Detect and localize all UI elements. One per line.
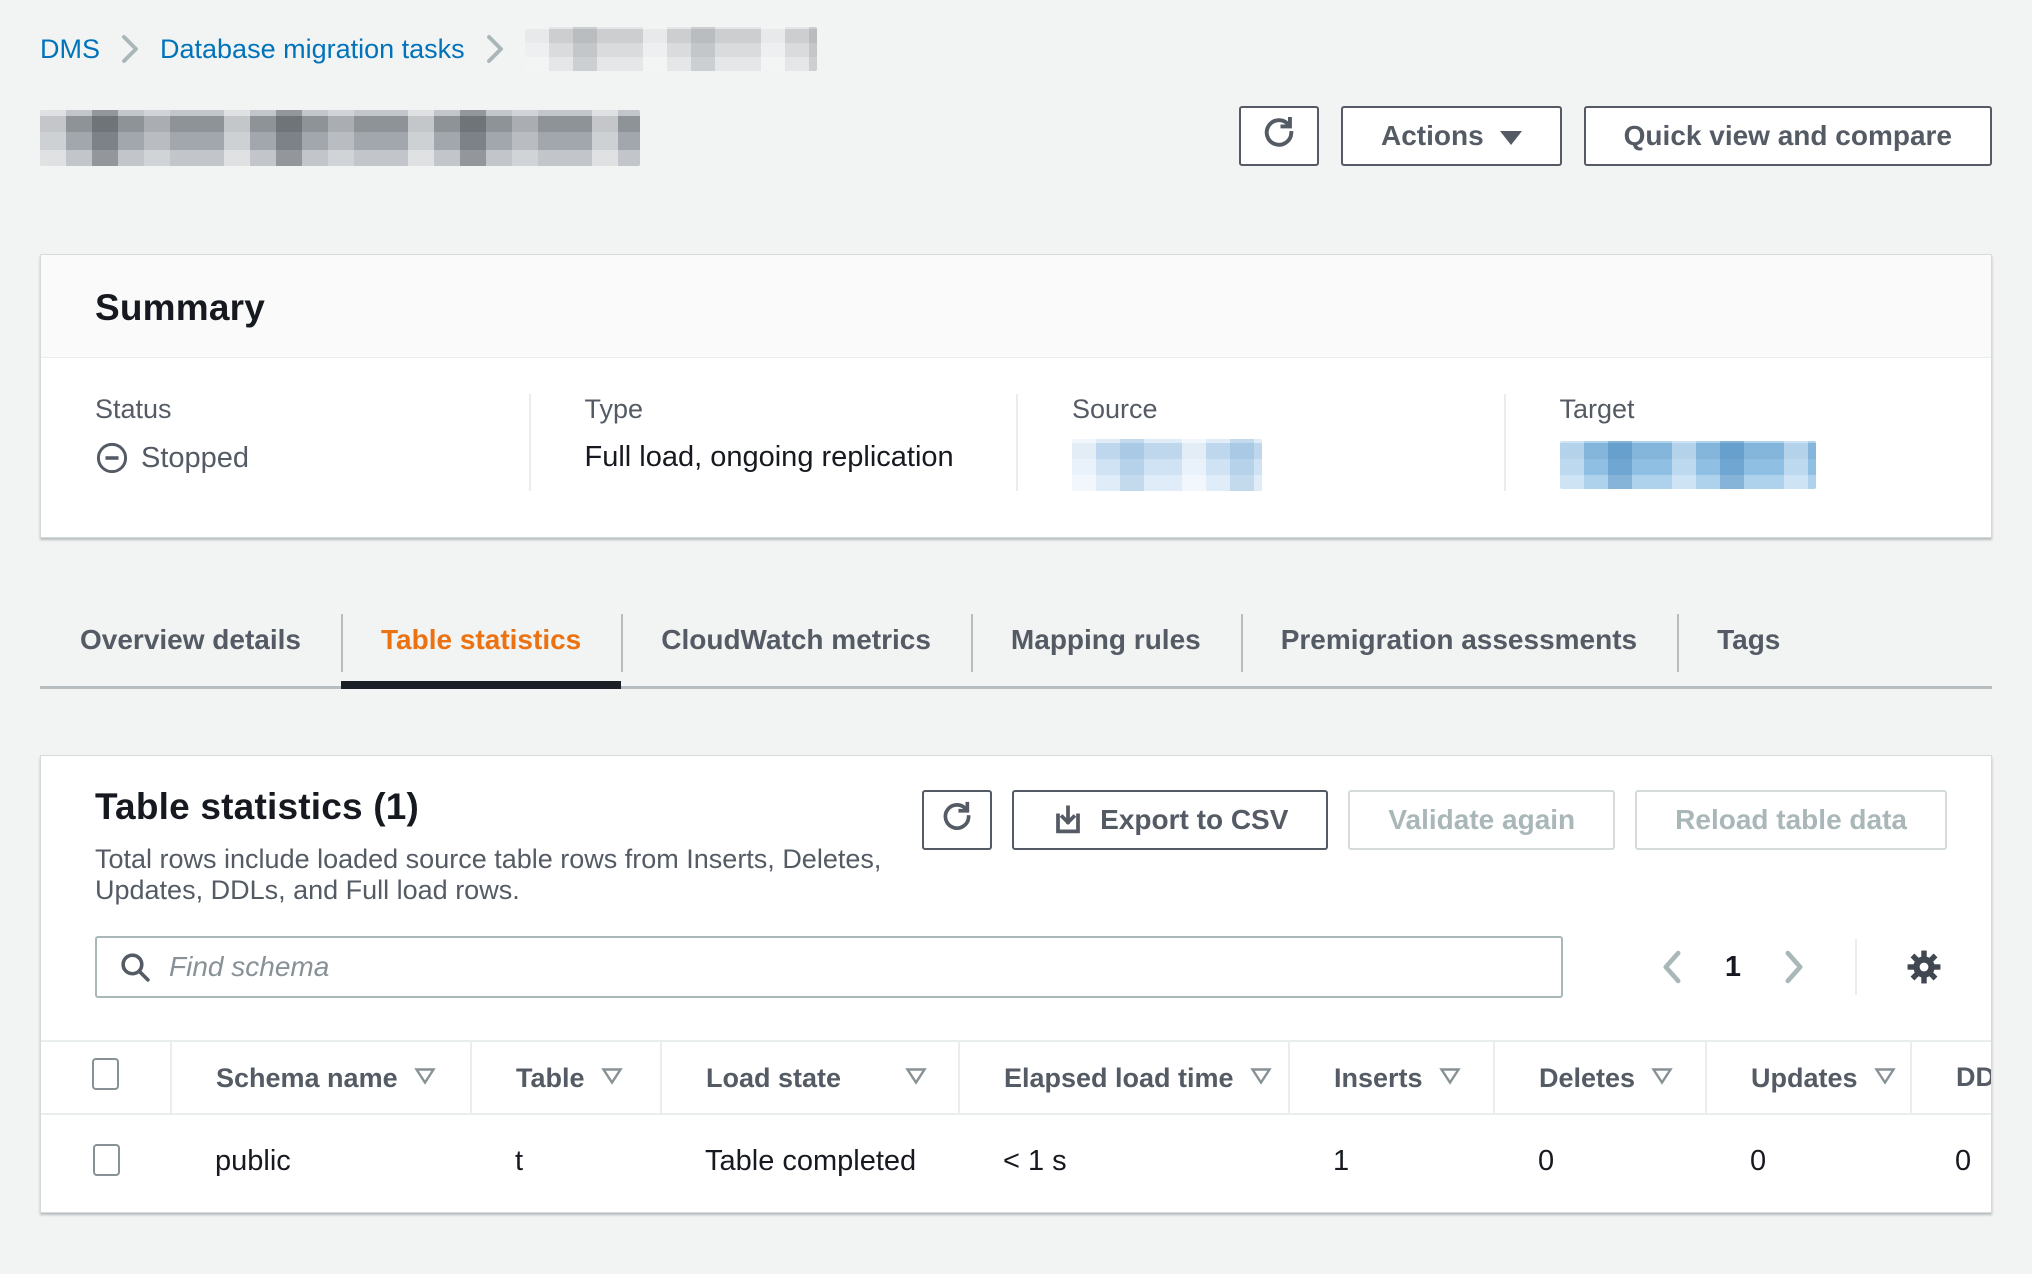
tab-table-statistics[interactable]: Table statistics bbox=[341, 608, 621, 686]
toolbar-divider bbox=[1855, 939, 1857, 995]
cell-elapsed-load-time: < 1 s bbox=[959, 1114, 1289, 1212]
target-label: Target bbox=[1560, 394, 1952, 425]
status-value: Stopped bbox=[141, 442, 249, 475]
cell-deletes: 0 bbox=[1494, 1114, 1706, 1212]
sort-icon bbox=[414, 1061, 436, 1092]
tab-mapping-rules[interactable]: Mapping rules bbox=[971, 608, 1241, 686]
pagination: 1 bbox=[1655, 939, 1947, 995]
table-statistics-header: Table statistics (1) Total rows include … bbox=[41, 756, 1991, 906]
sort-icon bbox=[1439, 1061, 1461, 1092]
sort-icon bbox=[1250, 1061, 1272, 1092]
dms-task-page: DMS Database migration tasks Actions bbox=[0, 0, 2032, 1274]
table-statistics-table: Schema name Table Load state Elapsed loa… bbox=[41, 1040, 1991, 1212]
tab-tags[interactable]: Tags bbox=[1677, 608, 1820, 686]
refresh-icon bbox=[940, 800, 974, 841]
table-header-row: Schema name Table Load state Elapsed loa… bbox=[41, 1041, 1992, 1114]
summary-fields: Status Stopped Type Full load, ongoing r… bbox=[41, 358, 1991, 537]
summary-field-status: Status Stopped bbox=[41, 394, 529, 491]
sort-icon bbox=[1874, 1061, 1896, 1092]
previous-page-button[interactable] bbox=[1655, 946, 1689, 988]
task-tabs: Overview details Table statistics CloudW… bbox=[40, 608, 1992, 689]
type-value: Full load, ongoing replication bbox=[585, 441, 954, 474]
cell-updates: 0 bbox=[1706, 1114, 1911, 1212]
column-header-schema-name[interactable]: Schema name bbox=[171, 1041, 471, 1114]
table-statistics-title: Table statistics (1) bbox=[95, 786, 922, 828]
cell-load-state: Table completed bbox=[661, 1114, 959, 1212]
cell-schema-name: public bbox=[171, 1114, 471, 1212]
breadcrumb-current-redacted bbox=[525, 27, 817, 71]
gear-icon bbox=[1903, 946, 1945, 988]
reload-table-data-button[interactable]: Reload table data bbox=[1635, 790, 1947, 850]
table-statistics-description: Total rows include loaded source table r… bbox=[95, 844, 922, 906]
table-refresh-button[interactable] bbox=[922, 790, 992, 850]
column-header-elapsed-load-time[interactable]: Elapsed load time bbox=[959, 1041, 1289, 1114]
column-header-table[interactable]: Table bbox=[471, 1041, 661, 1114]
column-header-ddls[interactable]: DDLs bbox=[1911, 1041, 1992, 1114]
page-header: Actions Quick view and compare bbox=[40, 106, 1992, 170]
column-header-load-state[interactable]: Load state bbox=[661, 1041, 959, 1114]
cell-table: t bbox=[471, 1114, 661, 1212]
chevron-right-icon bbox=[485, 34, 505, 64]
search-icon bbox=[117, 949, 153, 985]
breadcrumb: DMS Database migration tasks bbox=[40, 26, 1992, 72]
find-schema-input[interactable] bbox=[169, 951, 1541, 983]
target-value-redacted[interactable] bbox=[1560, 441, 1816, 489]
summary-field-source: Source bbox=[1016, 394, 1504, 491]
actions-button-label: Actions bbox=[1381, 120, 1484, 152]
sort-icon bbox=[601, 1061, 623, 1092]
schema-search bbox=[95, 936, 1563, 998]
table-row: public t Table completed < 1 s 1 0 0 0 bbox=[41, 1114, 1992, 1212]
summary-card-header: Summary bbox=[41, 255, 1991, 358]
sort-icon bbox=[905, 1061, 927, 1092]
page-title-redacted bbox=[40, 110, 640, 166]
export-csv-label: Export to CSV bbox=[1100, 804, 1288, 836]
cell-inserts: 1 bbox=[1289, 1114, 1494, 1212]
breadcrumb-link-dms[interactable]: DMS bbox=[40, 34, 100, 65]
export-csv-button[interactable]: Export to CSV bbox=[1012, 790, 1328, 850]
tab-cloudwatch-metrics[interactable]: CloudWatch metrics bbox=[621, 608, 971, 686]
column-header-updates[interactable]: Updates bbox=[1706, 1041, 1911, 1114]
next-page-button[interactable] bbox=[1777, 946, 1811, 988]
summary-card: Summary Status Stopped Type bbox=[40, 254, 1992, 538]
chevron-right-icon bbox=[120, 34, 140, 64]
table-statistics-card: Table statistics (1) Total rows include … bbox=[40, 755, 1992, 1213]
sort-icon bbox=[1651, 1061, 1673, 1092]
header-actions: Actions Quick view and compare bbox=[1239, 106, 1992, 166]
current-page-number: 1 bbox=[1725, 951, 1741, 984]
table-toolbar: 1 bbox=[41, 936, 1991, 998]
stopped-icon bbox=[95, 441, 129, 475]
caret-down-icon bbox=[1500, 131, 1522, 145]
refresh-icon bbox=[1261, 115, 1297, 158]
select-all-checkbox[interactable] bbox=[92, 1058, 119, 1090]
cell-ddls: 0 bbox=[1911, 1114, 1992, 1212]
summary-field-target: Target bbox=[1504, 394, 1992, 491]
quick-view-compare-button[interactable]: Quick view and compare bbox=[1584, 106, 1992, 166]
download-icon bbox=[1052, 804, 1084, 836]
column-header-inserts[interactable]: Inserts bbox=[1289, 1041, 1494, 1114]
status-label: Status bbox=[95, 394, 489, 425]
tab-overview-details[interactable]: Overview details bbox=[40, 608, 341, 686]
refresh-button[interactable] bbox=[1239, 106, 1319, 166]
summary-title: Summary bbox=[95, 287, 1937, 329]
source-label: Source bbox=[1072, 394, 1464, 425]
source-value-redacted[interactable] bbox=[1072, 439, 1262, 491]
table-preferences-button[interactable] bbox=[1901, 944, 1947, 990]
quick-view-compare-label: Quick view and compare bbox=[1624, 120, 1952, 152]
validate-again-label: Validate again bbox=[1388, 804, 1575, 836]
column-header-deletes[interactable]: Deletes bbox=[1494, 1041, 1706, 1114]
type-label: Type bbox=[585, 394, 977, 425]
reload-table-data-label: Reload table data bbox=[1675, 804, 1907, 836]
validate-again-button[interactable]: Validate again bbox=[1348, 790, 1615, 850]
row-checkbox[interactable] bbox=[93, 1144, 120, 1176]
table-statistics-buttons: Export to CSV Validate again Reload tabl… bbox=[922, 786, 1947, 850]
tab-premigration-assessments[interactable]: Premigration assessments bbox=[1241, 608, 1677, 686]
breadcrumb-link-migration-tasks[interactable]: Database migration tasks bbox=[160, 34, 465, 65]
actions-button[interactable]: Actions bbox=[1341, 106, 1562, 166]
summary-field-type: Type Full load, ongoing replication bbox=[529, 394, 1017, 491]
